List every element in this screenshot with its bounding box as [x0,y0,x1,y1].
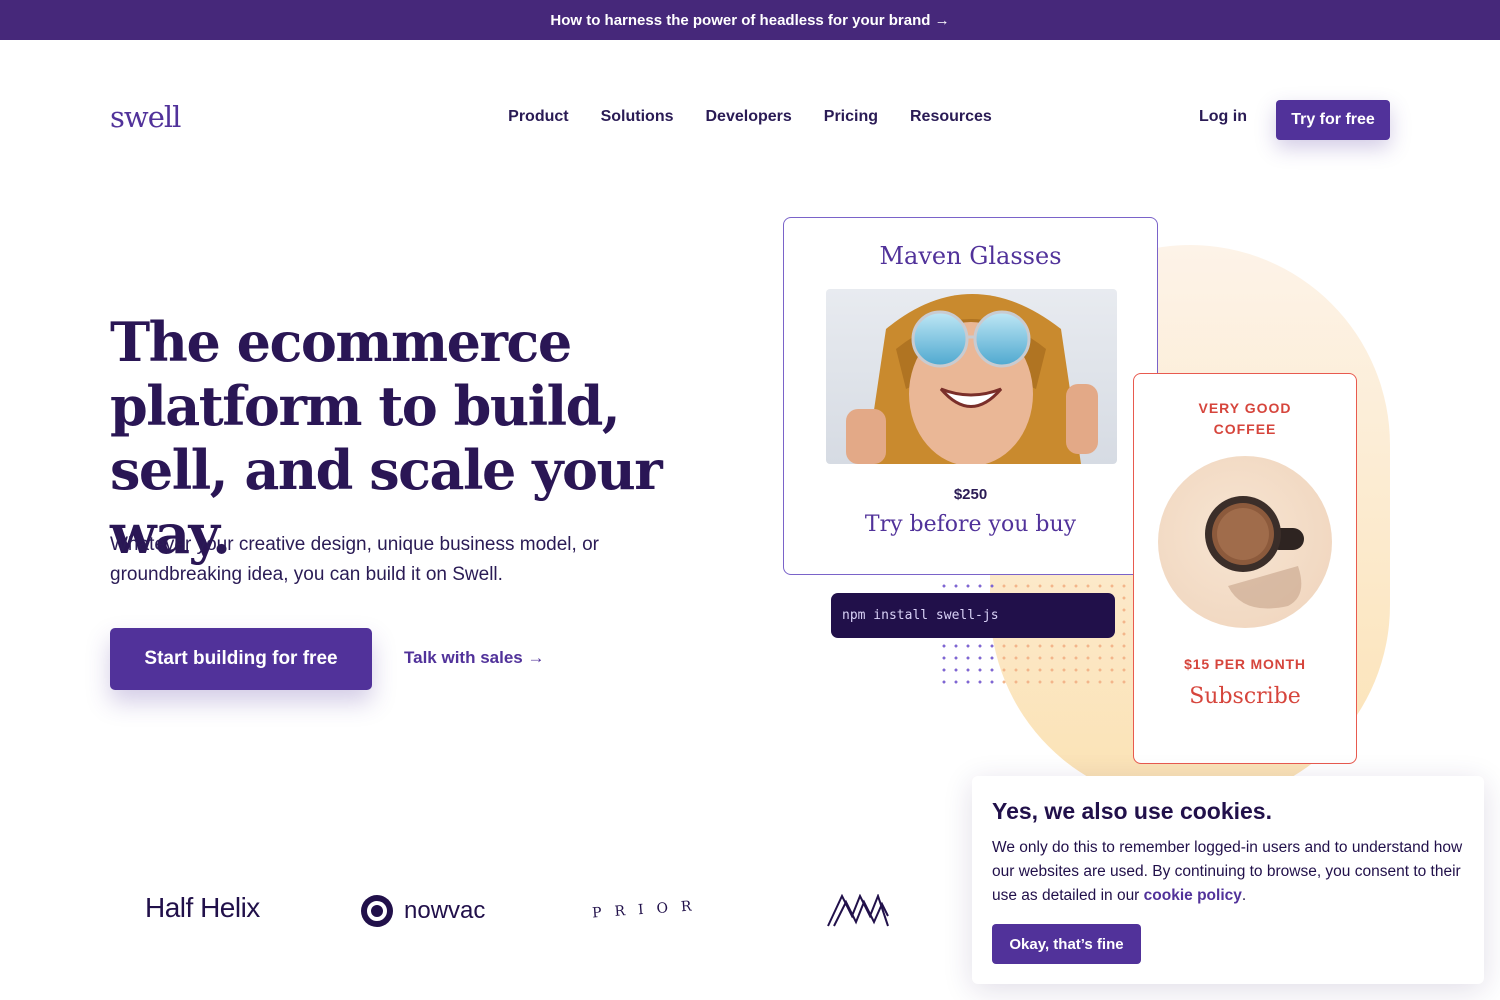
product-photo [826,289,1117,464]
hero-subtitle: Whatever your creative design, unique bu… [110,534,599,585]
subscription-card: VERY GOOD COFFEE $15 PER MONTH Subscribe [1133,373,1357,764]
m-brand-logo [826,893,890,933]
nowvac-mark-icon [361,895,393,927]
product-title: Maven Glasses [879,242,1062,270]
cookie-suffix: . [1241,887,1247,904]
subscription-price: $15 PER MONTH [1184,656,1306,672]
coffee-photo [1158,456,1332,628]
main-nav: Product Solutions Developers Pricing Res… [0,108,1500,126]
announcement-banner[interactable]: How to harness the power of headless for… [0,0,1500,40]
prior-logo: PRIOR [592,888,705,933]
cookie-title: Yes, we also use cookies. [992,798,1272,824]
cookie-banner: Yes, we also use cookies. We only do thi… [972,776,1484,984]
product-price: $250 [953,486,988,503]
accept-cookies-button[interactable]: Okay, that’s fine [992,924,1141,964]
prior-logo-text: PRIOR [592,898,692,922]
try-for-free-button[interactable]: Try for free [1276,100,1390,140]
cookie-text: We only do this to remember logged-in us… [992,836,1472,908]
customer-logos: Half Helix nowvac PRIOR [0,880,960,940]
m-brand-icon [827,893,889,927]
announcement-text: How to harness the power of headless for… [550,11,950,29]
try-before-you-buy[interactable]: Try before you buy [784,512,1157,537]
subscription-title-text: VERY GOOD COFFEE [1198,400,1292,437]
code-snippet: npm install swell-js [831,593,1115,638]
nowvac-text: nowvac [404,897,486,924]
nav-resources[interactable]: Resources [910,108,992,126]
subscription-title: VERY GOOD COFFEE [1134,398,1356,440]
subscribe-link[interactable]: Subscribe [1134,684,1356,709]
cookie-policy-link[interactable]: cookie policy [1144,887,1242,904]
nav-developers[interactable]: Developers [706,108,792,126]
hero-title: The ecommerce platform to build, sell, a… [110,310,663,566]
product-card: Maven Glasses $250 Try before you buy [783,217,1158,575]
nowvac-logo: nowvac [360,894,485,928]
half-helix-logo: Half Helix [145,892,260,923]
nav-product[interactable]: Product [508,108,568,126]
nav-pricing[interactable]: Pricing [824,108,878,126]
login-link[interactable]: Log in [1199,108,1247,126]
talk-with-sales-link[interactable]: Talk with sales → [404,648,544,668]
start-building-button[interactable]: Start building for free [110,628,372,690]
nav-solutions[interactable]: Solutions [601,108,674,126]
